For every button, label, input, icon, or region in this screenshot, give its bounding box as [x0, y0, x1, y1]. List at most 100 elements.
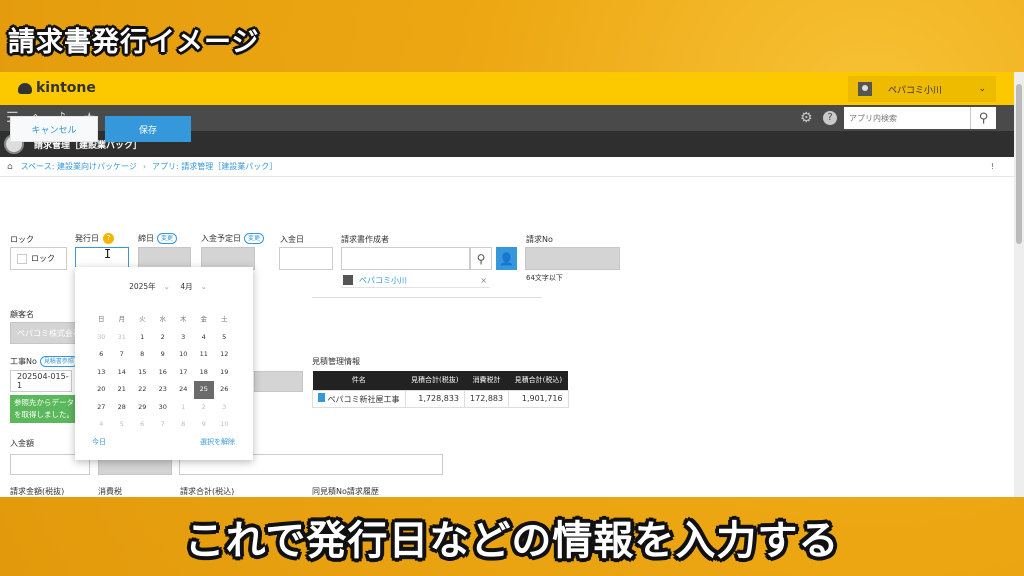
payment-label: 入金額	[10, 439, 34, 448]
close-date-label: 締日	[138, 234, 154, 243]
calendar-day[interactable]: 6	[132, 416, 153, 434]
calendar-day[interactable]: 31	[112, 329, 133, 347]
calendar-day[interactable]: 13	[91, 364, 112, 382]
calendar-day[interactable]: 24	[173, 381, 194, 399]
calendar-day[interactable]: 6	[91, 346, 112, 364]
scrollbar-thumb[interactable]	[1016, 84, 1022, 244]
estimate-subtotal: 1,728,833	[404, 389, 466, 408]
breadcrumb-separator: ›	[142, 162, 147, 171]
app-search-input[interactable]	[844, 108, 970, 128]
calendar-day[interactable]: 8	[132, 346, 153, 364]
calendar-day[interactable]: 16	[153, 364, 174, 382]
calendar-day[interactable]: 8	[173, 416, 194, 434]
lock-label: ロック	[10, 235, 34, 244]
creator-chip: ペパコミ小川 ×	[341, 273, 490, 288]
month-chevron-icon[interactable]: ⌄	[201, 282, 207, 291]
calendar-day[interactable]: 12	[214, 346, 235, 364]
calendar-day[interactable]: 2	[153, 329, 174, 347]
calendar-day[interactable]: 7	[112, 346, 133, 364]
calendar-day[interactable]: 2	[194, 399, 215, 417]
chip-close-icon[interactable]: ×	[480, 276, 487, 285]
breadcrumb: ⌂ スペース: 建設業向けパッケージ › アプリ: 請求管理［建設業パック］ !	[0, 157, 1024, 177]
weekday-label: 土	[221, 315, 228, 323]
search-icon[interactable]: ⚲	[970, 107, 996, 129]
breadcrumb-home-icon[interactable]: ⌂	[7, 162, 13, 172]
month-select[interactable]: 4月	[180, 282, 192, 291]
breadcrumb-app[interactable]: アプリ: 請求管理［建設業パック］	[152, 161, 277, 172]
calendar-day[interactable]: 18	[194, 364, 215, 382]
lock-checkbox[interactable]	[17, 253, 27, 264]
issue-date-label: 発行日	[75, 234, 99, 243]
help-icon[interactable]: ?	[823, 111, 837, 125]
creator-user-select-icon[interactable]: 👤	[496, 247, 517, 270]
save-button[interactable]: 保存	[105, 116, 191, 142]
calendar-day[interactable]: 23	[153, 381, 174, 399]
creator-chip-name[interactable]: ペパコミ小川	[359, 275, 407, 286]
creator-search-icon[interactable]: ⚲	[470, 247, 492, 270]
weekday-label: 金	[200, 315, 208, 323]
calendar-day[interactable]: 11	[194, 346, 215, 364]
due-date-label: 入金予定日	[201, 234, 241, 243]
calendar-day[interactable]: 9	[194, 416, 215, 434]
calendar-day[interactable]: 25	[193, 381, 214, 399]
calendar-day[interactable]: 21	[112, 381, 133, 399]
user-menu[interactable]: ペパコミ小川 ⌄	[848, 76, 996, 102]
app-search: ⚲	[844, 107, 996, 129]
avatar-icon	[858, 82, 872, 96]
user-name: ペパコミ小川	[888, 85, 943, 96]
calendar-day[interactable]: 28	[112, 399, 133, 417]
calendar-day[interactable]: 7	[153, 416, 174, 434]
today-button[interactable]: 今日	[92, 437, 106, 447]
breadcrumb-space[interactable]: スペース: 建設業向けパッケージ	[21, 161, 137, 172]
bottom-label-history: 同見積No請求履歴	[312, 487, 379, 496]
calendar-day[interactable]: 29	[132, 399, 153, 417]
paid-date-label: 入金日	[280, 235, 304, 244]
scrollbar[interactable]	[1014, 72, 1024, 497]
bottom-label-tax: 消費税	[98, 487, 122, 496]
document-icon	[318, 392, 325, 402]
estimate-name-cell[interactable]: ペパコミ新社屋工事	[312, 389, 406, 408]
estimate-ref-tag[interactable]: 見積書参照	[39, 356, 78, 367]
calendar-day[interactable]: 3	[214, 399, 235, 417]
paid-date-input[interactable]	[279, 247, 333, 270]
project-no-label-row: 工事No 見積書参照	[10, 356, 78, 367]
info-icon[interactable]: !	[991, 162, 994, 171]
creator-label: 請求書作成者	[341, 235, 389, 244]
calendar-day[interactable]: 3	[173, 329, 194, 347]
calendar-day[interactable]: 20	[91, 381, 112, 399]
calendar-day[interactable]: 5	[112, 416, 133, 434]
calendar-day[interactable]: 19	[214, 364, 235, 382]
creator-input[interactable]	[341, 247, 470, 270]
year-chevron-icon[interactable]: ⌄	[164, 282, 170, 291]
calendar-day[interactable]: 27	[91, 399, 112, 417]
calendar-day[interactable]: 9	[153, 346, 174, 364]
calendar-day[interactable]: 17	[173, 364, 194, 382]
calendar-day[interactable]: 1	[173, 399, 194, 417]
gear-icon[interactable]: ⚙	[800, 110, 813, 126]
calendar-day[interactable]: 26	[214, 381, 235, 399]
calendar-day[interactable]: 10	[214, 416, 235, 434]
calendar-day[interactable]: 15	[132, 364, 153, 382]
project-no-input[interactable]: 202504-015-1	[10, 370, 72, 392]
calendar-day[interactable]: 4	[91, 416, 112, 434]
estimate-total: 1,901,716	[508, 389, 569, 408]
calendar-day[interactable]: 10	[173, 346, 194, 364]
clear-selection-button[interactable]: 選択を解除	[200, 437, 235, 447]
calendar-day[interactable]: 5	[214, 329, 235, 347]
estimate-tax: 172,883	[464, 389, 510, 408]
calendar-day[interactable]: 14	[112, 364, 133, 382]
calendar-day[interactable]: 30	[153, 399, 174, 417]
calendar-day[interactable]: 22	[132, 381, 153, 399]
cancel-button[interactable]: キャンセル	[10, 116, 98, 142]
calendar-day[interactable]: 1	[132, 329, 153, 347]
weekday-label: 水	[159, 315, 167, 323]
estimate-title: 見積管理情報	[312, 357, 360, 366]
invoice-no-label: 請求No	[526, 235, 553, 244]
calendar-day[interactable]: 4	[194, 329, 215, 347]
year-select[interactable]: 2025年	[129, 282, 156, 291]
help-badge-icon[interactable]: ?	[103, 233, 114, 244]
lock-checkbox-field[interactable]: ロック	[10, 247, 67, 270]
calendar-day[interactable]: 30	[91, 329, 112, 347]
customer-label: 顧客名	[10, 310, 34, 319]
kintone-logo[interactable]: kintone	[18, 80, 96, 96]
